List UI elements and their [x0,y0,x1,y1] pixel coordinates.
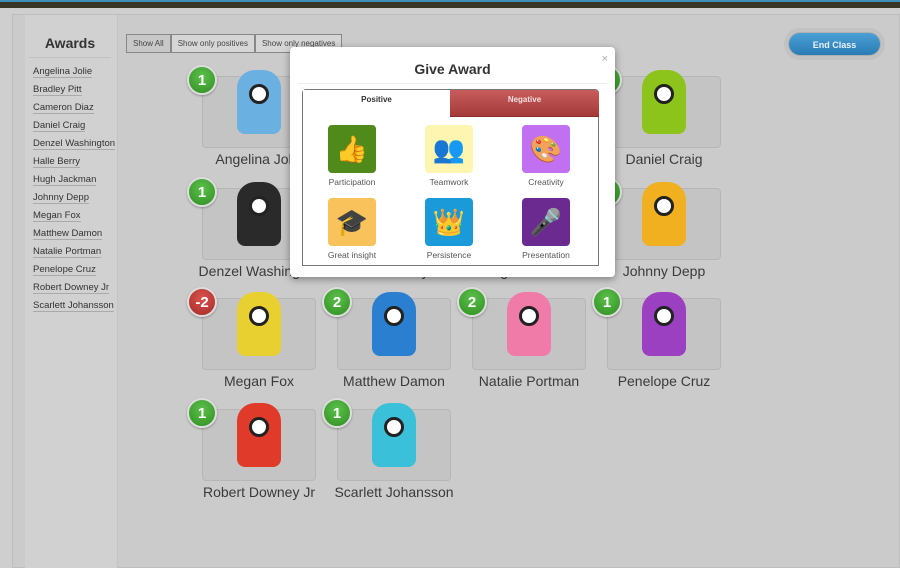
points-badge: 1 [187,177,217,207]
student-name: Matthew Damon [33,228,103,240]
sidebar-student-link[interactable]: Denzel Washington [33,138,117,150]
awards-sidebar: Awards Angelina Jolie Bradley Pitt Cameron… [25,15,118,568]
points-badge: -2 [187,287,217,317]
microphone-icon: 🎤 [522,198,570,246]
award-persistence[interactable]: 👑 Persistence [404,198,494,260]
sidebar-student-link[interactable]: Angelina Jolie [33,66,117,78]
monster-avatar [237,182,281,246]
sidebar-student-link[interactable]: Johnny Depp [33,192,117,204]
graduation-cap-icon: 🎓 [328,198,376,246]
points-badge: 1 [187,65,217,95]
award-label: Persistence [426,250,472,260]
student-list: Angelina Jolie Bradley Pitt Cameron Diaz Da… [25,66,117,312]
close-icon[interactable]: × [602,53,608,65]
sidebar-student-link[interactable]: Scarlett Johansson [33,300,117,312]
people-icon: 👥 [425,125,473,173]
monster-avatar [642,182,686,246]
monster-avatar [237,292,281,356]
monster-eye [249,306,269,326]
award-label: Great insight [327,250,377,260]
award-label: Teamwork [429,177,469,187]
award-presentation[interactable]: 🎤 Presentation [501,198,591,260]
monster-eye [249,196,269,216]
sidebar-student-link[interactable]: Matthew Damon [33,228,117,240]
points-badge: 2 [322,287,352,317]
sidebar-title: Awards [29,35,111,58]
student-name-label[interactable]: Penelope Cruz [594,372,734,390]
monster-avatar [642,292,686,356]
award-label: Participation [328,177,376,187]
modal-title: Give Award [298,61,607,84]
sidebar-student-link[interactable]: Megan Fox [33,210,117,222]
monster-eye [384,306,404,326]
student-name: Johnny Depp [33,192,89,204]
crown-icon: 👑 [425,198,473,246]
points-badge: 1 [187,398,217,428]
sidebar-student-link[interactable]: Robert Downey Jr [33,282,117,294]
student-name-label[interactable]: Scarlett Johansson [324,483,464,501]
award-great-insight[interactable]: 🎓 Great insight [307,198,397,260]
student-name: Daniel Craig [33,120,86,132]
palette-icon: 🎨 [522,125,570,173]
student-name: Bradley Pitt [33,84,82,96]
monster-eye [654,84,674,104]
student-name: Halle Berry [33,156,80,168]
monster-eye [249,84,269,104]
student-name-label[interactable]: Natalie Portman [459,372,599,390]
points-badge: 2 [457,287,487,317]
give-award-modal: Give Award × Positive Negative 👍 Particip… [290,47,615,277]
top-bar [0,0,900,8]
monster-avatar [642,70,686,134]
student-name: Penelope Cruz [33,264,96,276]
student-name-label[interactable]: Daniel Craig [594,150,734,168]
sidebar-student-link[interactable]: Daniel Craig [33,120,117,132]
points-badge: 1 [592,287,622,317]
points-badge: 1 [322,398,352,428]
student-name: Denzel Washington [33,138,116,150]
monster-avatar [237,70,281,134]
student-name-label[interactable]: Matthew Damon [324,372,464,390]
student-name: Megan Fox [33,210,81,222]
end-class-button[interactable]: End Class [788,32,881,56]
award-label: Presentation [522,250,570,260]
sidebar-student-link[interactable]: Bradley Pitt [33,84,117,96]
monster-eye [519,306,539,326]
student-name-label[interactable]: Megan Fox [189,372,329,390]
student-name: Hugh Jackman [33,174,97,186]
sidebar-student-link[interactable]: Natalie Portman [33,246,117,258]
monster-avatar [237,403,281,467]
show-positives-button[interactable]: Show only positives [170,34,255,53]
monster-avatar [372,292,416,356]
student-name-label[interactable]: Johnny Depp [594,262,734,280]
student-name: Scarlett Johansson [33,300,114,312]
thumbs-up-icon: 👍 [328,125,376,173]
monster-eye [384,417,404,437]
award-label: Creativity [528,177,564,187]
award-creativity[interactable]: 🎨 Creativity [501,125,591,187]
student-name: Natalie Portman [33,246,102,258]
sidebar-student-link[interactable]: Cameron Diaz [33,102,117,114]
monster-avatar [372,403,416,467]
sidebar-student-link[interactable]: Halle Berry [33,156,117,168]
monster-eye [654,306,674,326]
monster-avatar [507,292,551,356]
award-participation[interactable]: 👍 Participation [307,125,397,187]
monster-eye [249,417,269,437]
student-name: Angelina Jolie [33,66,93,78]
sidebar-student-link[interactable]: Penelope Cruz [33,264,117,276]
student-name: Cameron Diaz [33,102,94,114]
student-name: Robert Downey Jr [33,282,110,294]
show-all-button[interactable]: Show All [126,34,171,53]
tab-positive[interactable]: Positive [303,90,450,118]
award-tabs: Positive Negative 👍 Participation 👥 Teamwor… [302,89,599,266]
student-name-label[interactable]: Robert Downey Jr [189,483,329,501]
sidebar-student-link[interactable]: Hugh Jackman [33,174,117,186]
tab-negative[interactable]: Negative [450,90,599,117]
award-teamwork[interactable]: 👥 Teamwork [404,125,494,187]
monster-eye [654,196,674,216]
